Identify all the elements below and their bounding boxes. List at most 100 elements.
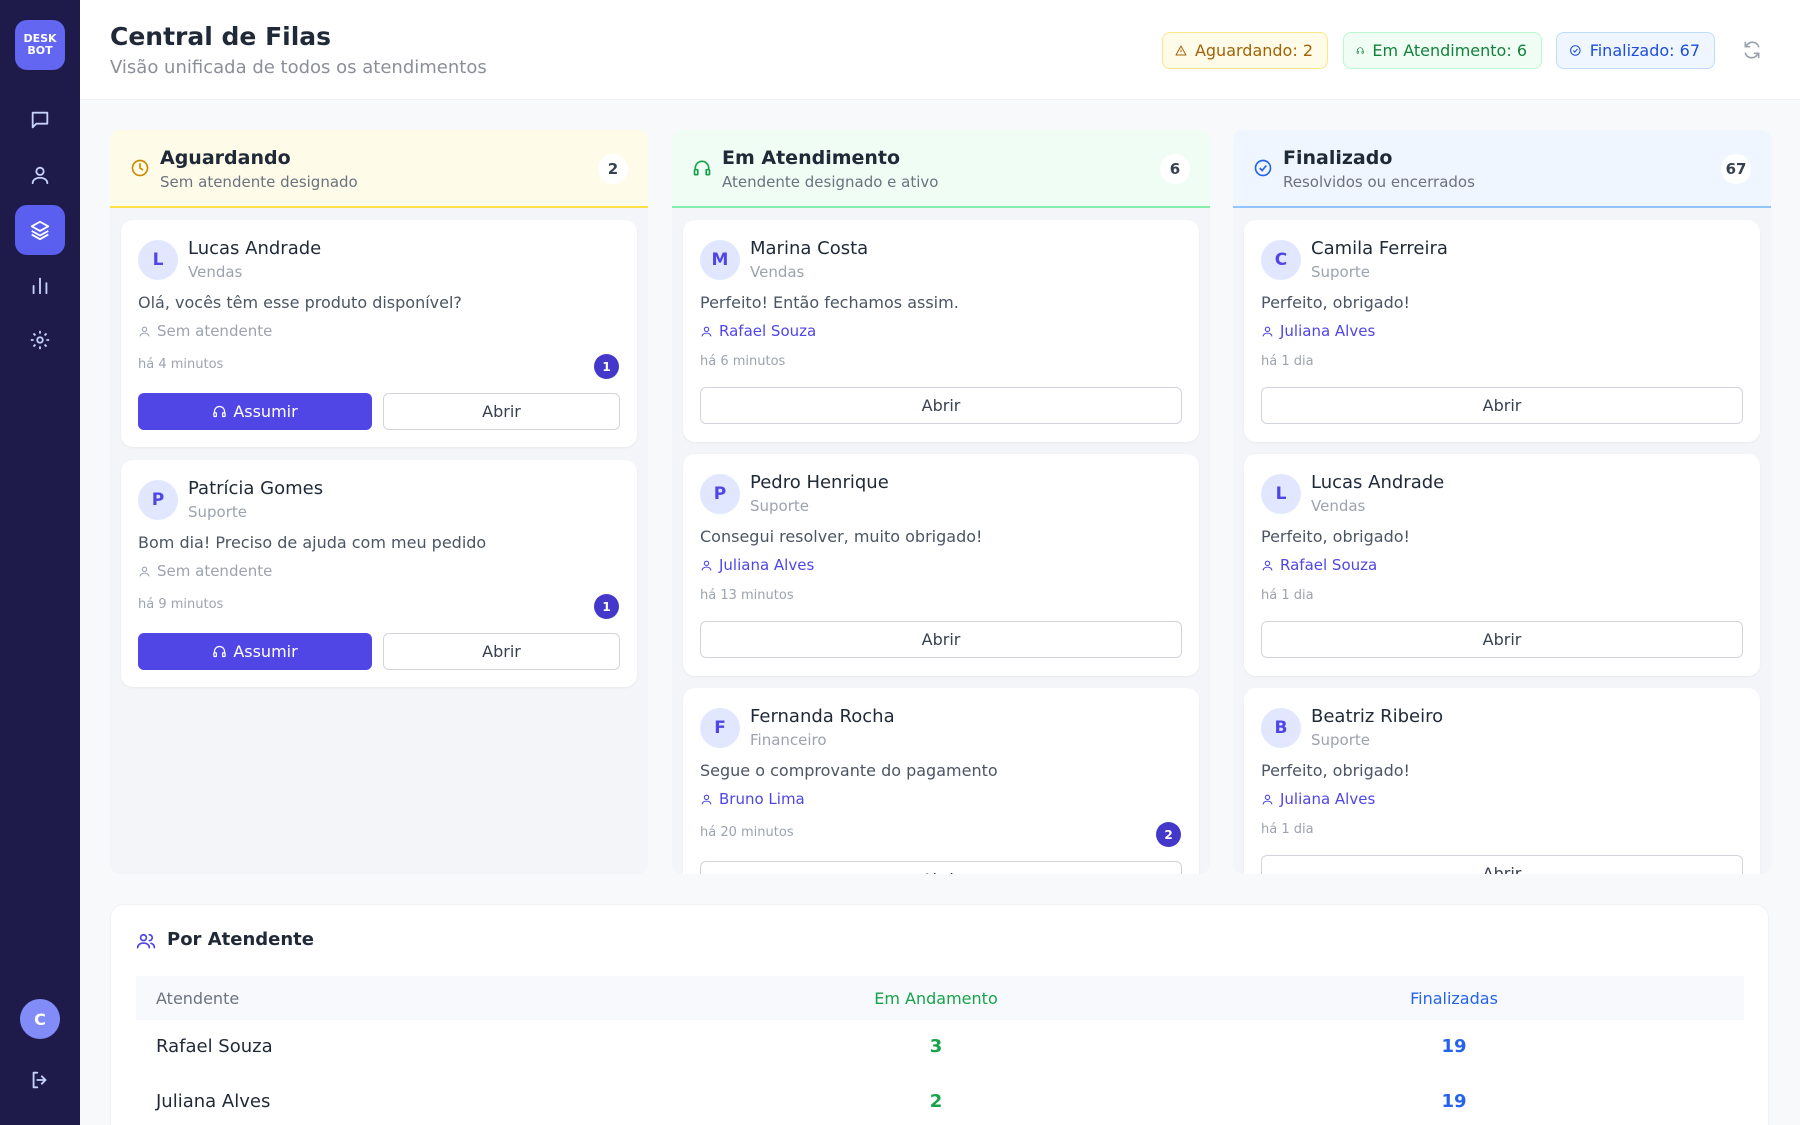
logout-button[interactable] [15,1055,65,1105]
in-progress-count: 3 [929,1036,943,1057]
department: Suporte [188,503,248,521]
unread-badge: 1 [594,594,619,619]
avatar: P [138,480,178,520]
assume-button[interactable]: Assumir [138,393,372,430]
contact-name: Pedro Henrique [750,472,889,493]
avatar: L [138,240,178,280]
open-button[interactable]: Abrir [1261,621,1743,658]
user-icon [1262,560,1273,570]
open-button[interactable]: Abrir [383,633,620,670]
sidebar-item-chat[interactable] [15,95,65,145]
in-progress-count: 2 [929,1091,943,1112]
ticket-card[interactable]: B Beatriz Ribeiro Suporte Perfeito, obri… [1244,688,1760,874]
last-message: Perfeito, obrigado! [1261,293,1410,312]
finished-count: 19 [1441,1091,1467,1112]
ticket-card[interactable]: F Fernanda Rocha Financeiro Segue o comp… [683,688,1199,874]
waiting-count-label: Aguardando: 2 [1194,41,1313,60]
contact-name: Beatriz Ribeiro [1311,706,1444,727]
logout-icon [32,1071,47,1089]
agent-label: Sem atendente [138,322,272,340]
check-circle-icon [1253,158,1273,178]
column-header-finished[interactable]: Finalizadas [1354,989,1554,1008]
column-count: 6 [1160,154,1190,184]
assume-label: Assumir [233,402,298,421]
finished-count: 19 [1441,1036,1467,1057]
sidebar-item-contacts[interactable] [15,150,65,200]
ticket-card[interactable]: L Lucas Andrade Vendas Olá, vocês têm es… [121,220,637,447]
assume-label: Assumir [233,642,298,661]
agent-label: Rafael Souza [1261,556,1377,574]
agent-label: Juliana Alves [1261,790,1375,808]
user-icon [701,326,712,336]
warning-icon [1175,45,1187,56]
panel-title: Por Atendente [167,929,314,950]
ticket-card[interactable]: M Marina Costa Vendas Perfeito! Então fe… [683,220,1199,442]
contact-name: Fernanda Rocha [750,706,895,727]
sidebar-item-settings[interactable] [15,315,65,365]
finished-count-pill[interactable]: Finalizado: 67 [1556,32,1715,69]
headphones-icon [1356,47,1364,54]
last-message: Perfeito! Então fechamos assim. [700,293,959,312]
department: Financeiro [750,731,827,749]
open-button[interactable]: Abrir [700,861,1182,874]
timestamp: há 1 dia [1261,588,1314,603]
sidebar-item-reports[interactable] [15,260,65,310]
contact-name: Camila Ferreira [1311,238,1448,259]
open-button[interactable]: Abrir [383,393,620,430]
open-button[interactable]: Abrir [1261,855,1743,874]
sidebar: DESK BOT C [0,0,80,1125]
attending-count-label: Em Atendimento: 6 [1372,41,1527,60]
unread-badge: 2 [1156,822,1181,847]
column-header: Finalizado Resolvidos ou encerrados 67 [1233,130,1771,208]
column-count: 2 [598,154,628,184]
agent-name: Rafael Souza [719,322,817,340]
agent-name: Juliana Alves [156,1091,271,1112]
chat-icon [31,111,49,129]
ticket-card[interactable]: P Pedro Henrique Suporte Consegui resolv… [683,454,1199,676]
open-button[interactable]: Abrir [1261,387,1743,424]
agent-name: Rafael Souza [1280,556,1378,574]
clock-icon [130,158,150,178]
assume-button[interactable]: Assumir [138,633,372,670]
department: Suporte [1311,263,1371,281]
app-logo[interactable]: DESK BOT [15,20,65,70]
open-button[interactable]: Abrir [700,621,1182,658]
gear-icon [30,330,50,350]
finished-count-label: Finalizado: 67 [1589,41,1700,60]
table-row[interactable]: Rafael Souza 3 19 [136,1020,1744,1074]
agent-label: Juliana Alves [700,556,814,574]
column-header-agent[interactable]: Atendente [156,989,239,1008]
agent-name: Rafael Souza [156,1036,273,1057]
last-message: Perfeito, obrigado! [1261,527,1410,546]
column-title: Aguardando [160,147,291,169]
sidebar-item-queues[interactable] [15,205,65,255]
column-header-in-progress[interactable]: Em Andamento [836,989,1036,1008]
column-attending: Em Atendimento Atendente designado e ati… [672,130,1210,874]
open-button[interactable]: Abrir [700,387,1182,424]
contact-name: Marina Costa [750,238,869,259]
refresh-button[interactable] [1737,35,1767,65]
timestamp: há 13 minutos [700,588,794,603]
page-header: Central de Filas Visão unificada de todo… [80,0,1800,100]
last-message: Segue o comprovante do pagamento [700,761,998,780]
headphones-icon [213,645,227,658]
ticket-card[interactable]: P Patrícia Gomes Suporte Bom dia! Precis… [121,460,637,687]
timestamp: há 20 minutos [700,825,794,840]
bar-chart-icon [32,277,48,295]
timestamp: há 4 minutos [138,357,224,372]
agent-label: Rafael Souza [700,322,816,340]
agent-name: Juliana Alves [1280,790,1376,808]
department: Vendas [188,263,243,281]
table-row[interactable]: Juliana Alves 2 19 [136,1075,1744,1125]
attending-count-pill[interactable]: Em Atendimento: 6 [1343,32,1542,69]
ticket-card[interactable]: C Camila Ferreira Suporte Perfeito, obri… [1244,220,1760,442]
agent-name: Juliana Alves [1280,322,1376,340]
page-title: Central de Filas [110,22,332,51]
user-avatar[interactable]: C [20,999,60,1039]
avatar: M [700,240,740,280]
user-icon [701,794,712,804]
ticket-card[interactable]: L Lucas Andrade Vendas Perfeito, obrigad… [1244,454,1760,676]
waiting-count-pill[interactable]: Aguardando: 2 [1162,32,1328,69]
logo-line-2: BOT [27,44,53,57]
agent-label: Sem atendente [138,562,272,580]
